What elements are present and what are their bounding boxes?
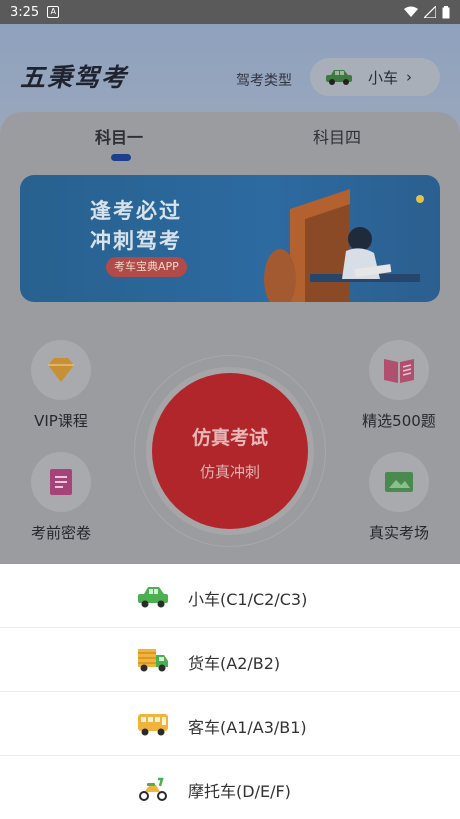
banner-line-1: 逢考必过 (90, 199, 182, 223)
tab-indicator (111, 154, 131, 161)
app-logo: 五秉驾考 (20, 63, 129, 92)
exam-type-value: 小车 (368, 68, 399, 87)
banner-tag: 考车宝典APP (106, 257, 187, 277)
diamond-icon (48, 358, 74, 382)
content-card: 科目一 科目四 逢考必过 冲刺驾考 考车宝典APP VIP课程 精选500题 考… (0, 112, 460, 564)
car-icon (138, 587, 168, 608)
selected-500-icon-circle (369, 340, 429, 400)
chevron-right-icon: › (406, 68, 413, 86)
option-truck-label: 货车(A2/B2) (188, 654, 281, 673)
option-truck[interactable]: 货车(A2/B2) (0, 628, 460, 692)
battery-icon (442, 5, 450, 18)
book-icon (384, 359, 414, 383)
real-exam-entry[interactable]: 真实考场 (349, 452, 449, 543)
option-bus-label: 客车(A1/A3/B1) (188, 718, 307, 737)
option-motorcycle[interactable]: 摩托车(D/E/F) (0, 756, 460, 819)
selected-500-label: 精选500题 (362, 412, 436, 430)
signal-icon (424, 6, 436, 18)
vip-course-label: VIP课程 (34, 412, 88, 430)
notification-icon: A (47, 6, 60, 18)
car-icon (326, 70, 352, 85)
selected-500-entry[interactable]: 精选500题 (349, 340, 449, 431)
truck-icon (138, 649, 168, 672)
status-icons (404, 5, 450, 19)
option-bus[interactable]: 客车(A1/A3/B1) (0, 692, 460, 756)
bus-icon (138, 714, 168, 736)
wifi-icon (404, 6, 418, 17)
tab-subject-one[interactable]: 科目一 (95, 124, 143, 148)
vehicle-type-sheet: 小车(C1/C2/C3) 货车(A2/B2) 客车(A1/A3/B1) 摩托车(… (0, 564, 460, 819)
exam-hall-icon (385, 472, 413, 492)
document-icon (50, 469, 72, 495)
secret-paper-label: 考前密卷 (30, 524, 91, 542)
tab-subject-four[interactable]: 科目四 (313, 124, 361, 148)
banner-line-2: 冲刺驾考 (90, 229, 182, 253)
exam-type-label: 驾考类型 (236, 73, 292, 89)
vip-course-entry[interactable]: VIP课程 (11, 340, 111, 431)
vip-icon-circle (31, 340, 91, 400)
home-page: 五秉驾考 驾考类型 小车 › 科目一 科目四 逢考必过 冲刺驾考 考车宝典APP (0, 24, 460, 564)
option-motorcycle-label: 摩托车(D/E/F) (188, 782, 291, 801)
real-exam-icon-circle (369, 452, 429, 512)
secret-paper-entry[interactable]: 考前密卷 (11, 452, 111, 543)
option-car-label: 小车(C1/C2/C3) (188, 590, 308, 609)
promo-banner[interactable]: 逢考必过 冲刺驾考 考车宝典APP (20, 175, 440, 302)
exam-type-selector[interactable]: 小车 › (310, 58, 440, 96)
subject-tabs: 科目一 科目四 (0, 124, 460, 164)
option-car[interactable]: 小车(C1/C2/C3) (0, 564, 460, 628)
status-bar: 3:25 A (0, 0, 460, 24)
mock-exam-subtitle: 仿真冲刺 (199, 463, 260, 481)
motorcycle-icon (139, 777, 167, 801)
mock-exam-title: 仿真考试 (191, 427, 268, 449)
student-illustration (264, 189, 424, 302)
secret-paper-icon-circle (31, 452, 91, 512)
mock-exam-button[interactable]: 仿真考试 仿真冲刺 (152, 373, 308, 529)
status-time: 3:25 (10, 4, 40, 20)
header: 五秉驾考 驾考类型 小车 › (0, 24, 460, 124)
real-exam-label: 真实考场 (368, 524, 429, 542)
